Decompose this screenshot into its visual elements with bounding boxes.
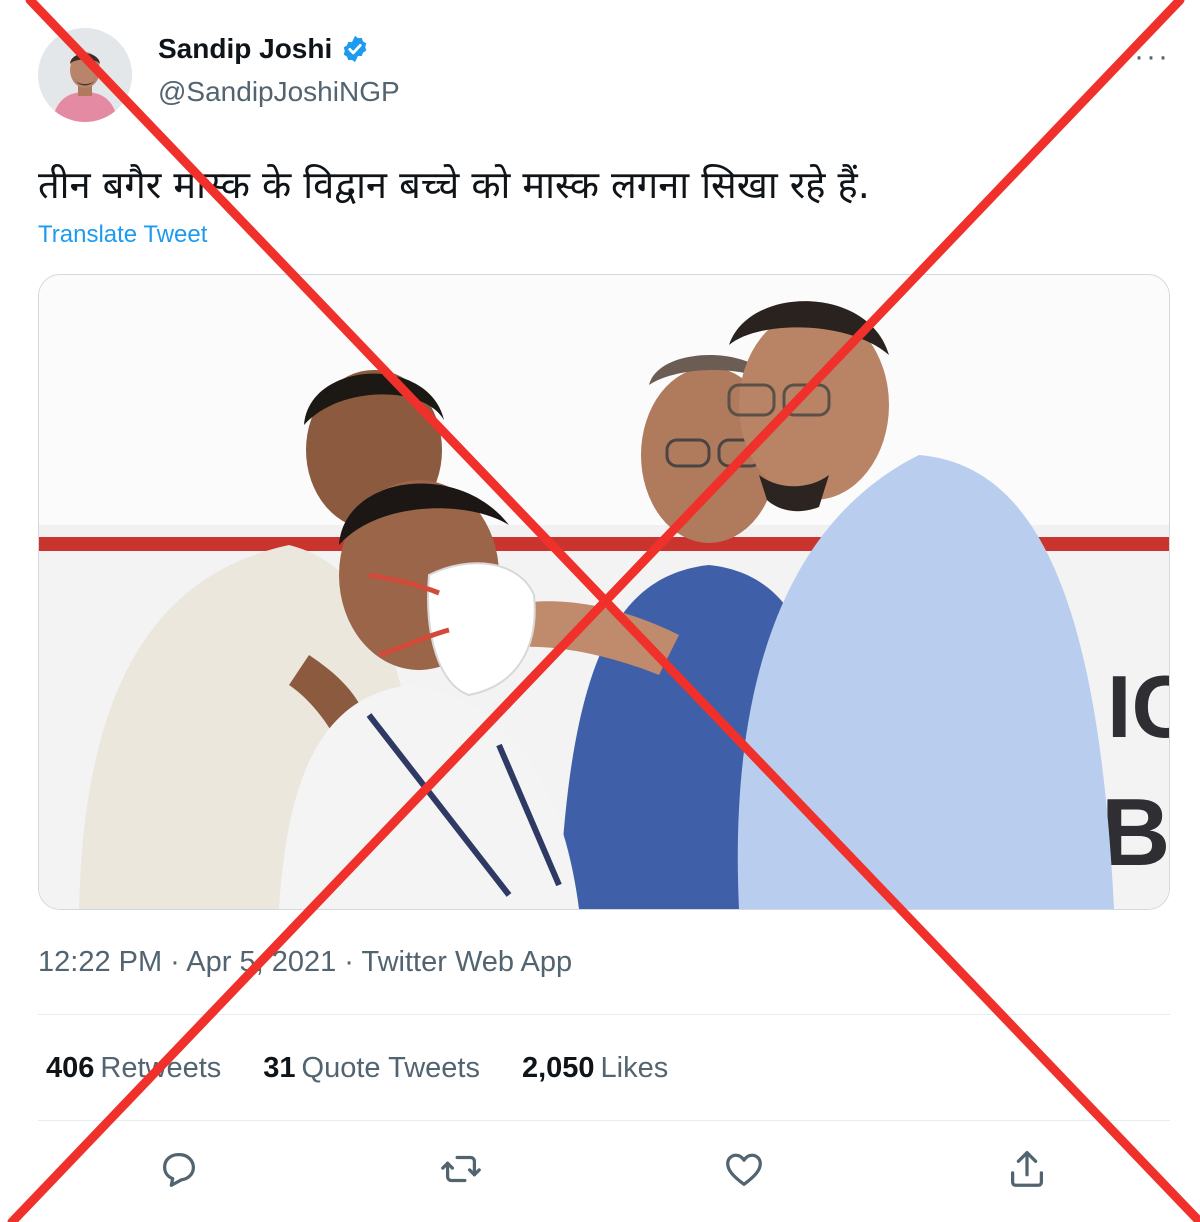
- retweets-stat[interactable]: 406 Retweets: [46, 1052, 221, 1085]
- avatar-photo: [38, 28, 132, 122]
- tweet-actions-bar: [0, 1146, 1200, 1196]
- backdrop-sign-text-1: IC: [1107, 657, 1169, 756]
- likes-label: Likes: [600, 1052, 669, 1084]
- like-icon[interactable]: [721, 1146, 767, 1192]
- divider: [38, 1014, 1170, 1015]
- tweet-timestamp[interactable]: 12:22 PM · Apr 5, 2021 · Twitter Web App: [38, 946, 572, 979]
- verified-badge-icon: [344, 35, 367, 63]
- share-icon[interactable]: [1004, 1146, 1050, 1192]
- quote-tweets-stat[interactable]: 31 Quote Tweets: [263, 1052, 480, 1085]
- tweet-stats: 406 Retweets 31 Quote Tweets 2,050 Likes: [46, 1052, 668, 1085]
- tweet-media-photo[interactable]: IC B: [38, 274, 1170, 910]
- divider: [38, 1120, 1170, 1121]
- likes-stat[interactable]: 2,050 Likes: [522, 1052, 668, 1085]
- translate-tweet-link[interactable]: Translate Tweet: [38, 221, 207, 249]
- avatar[interactable]: [38, 28, 132, 122]
- retweet-icon[interactable]: [438, 1146, 484, 1192]
- retweets-count: 406: [46, 1052, 95, 1084]
- likes-count: 2,050: [521, 1052, 595, 1084]
- author-name[interactable]: Sandip Joshi: [158, 33, 332, 65]
- retweets-label: Retweets: [100, 1052, 222, 1084]
- reply-icon[interactable]: [156, 1146, 202, 1192]
- author-name-row[interactable]: Sandip Joshi: [158, 33, 370, 65]
- tweet-text: तीन बगैर मास्क के विद्वान बच्चे को मास्क…: [38, 163, 870, 207]
- author-handle[interactable]: @SandipJoshiNGP: [158, 76, 400, 108]
- more-icon[interactable]: ···: [1134, 40, 1170, 74]
- quote-tweets-count: 31: [263, 1052, 296, 1084]
- quote-tweets-label: Quote Tweets: [301, 1052, 480, 1084]
- photo-illustration: IC B: [39, 275, 1169, 909]
